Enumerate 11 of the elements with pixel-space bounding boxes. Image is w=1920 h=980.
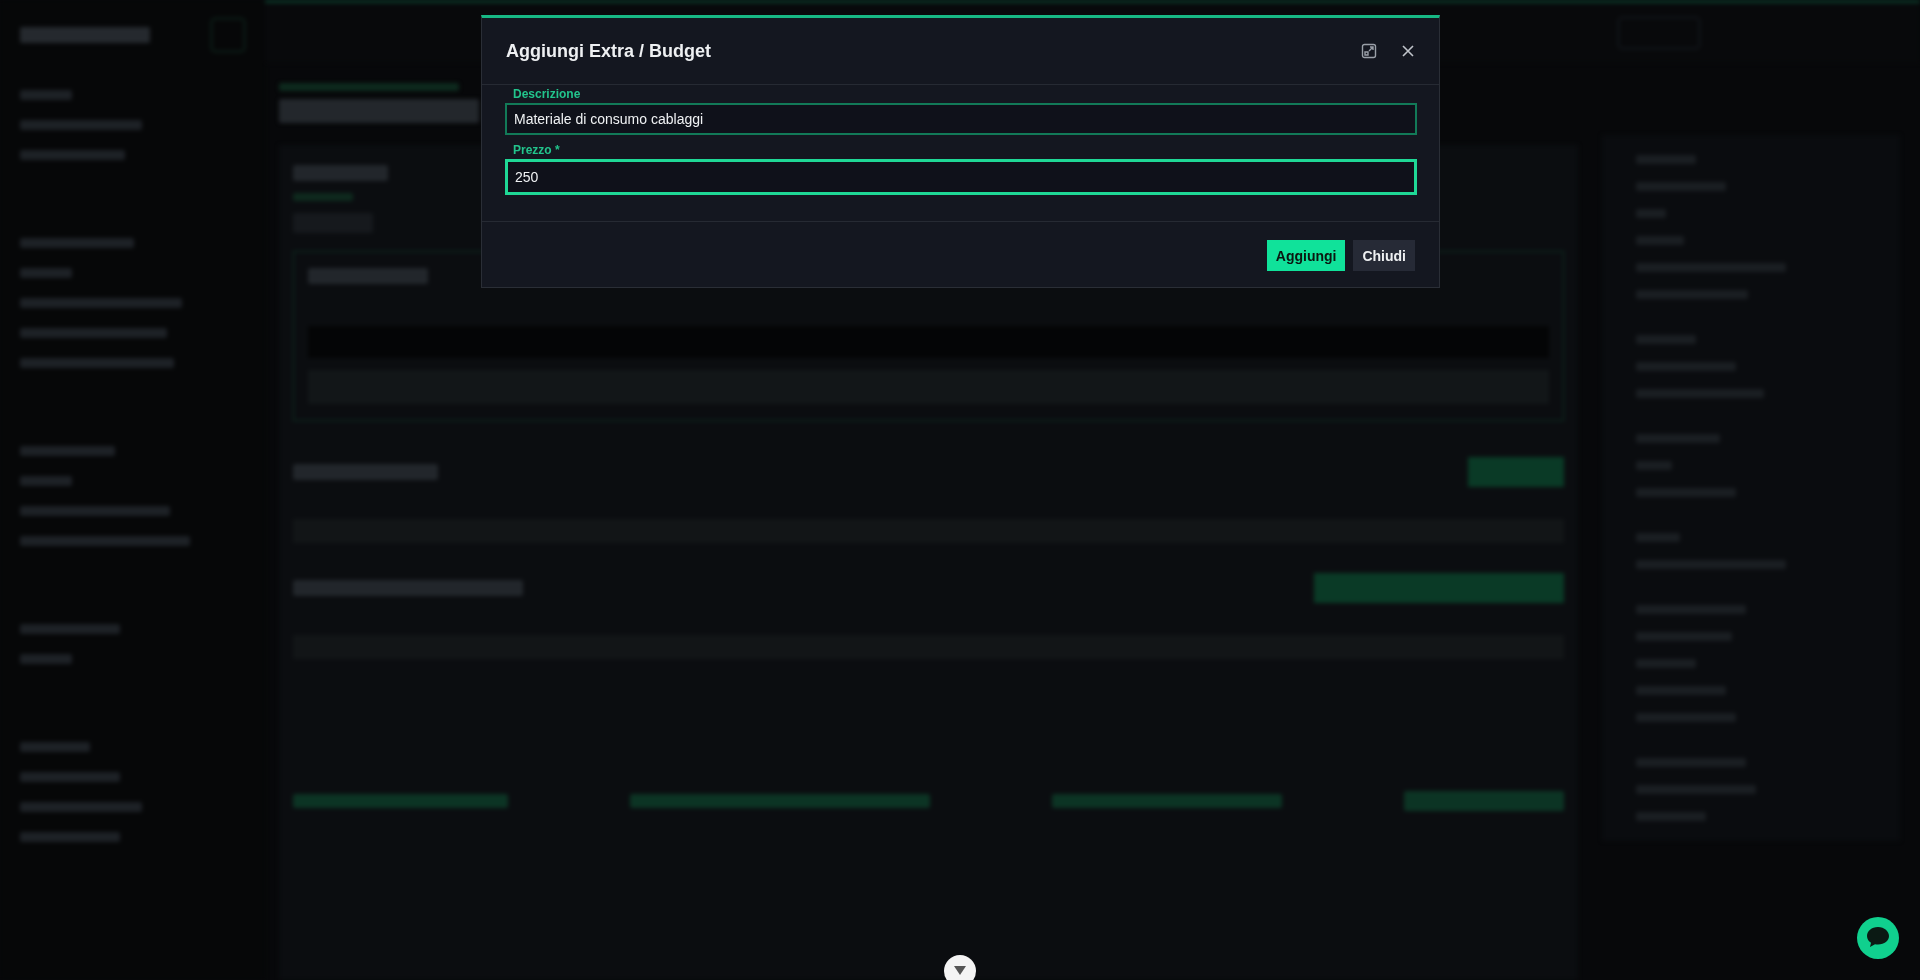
- add-button[interactable]: Aggiungi: [1266, 240, 1346, 271]
- close-icon[interactable]: [1401, 44, 1415, 58]
- field-label: Descrizione: [512, 87, 581, 101]
- caret-down-icon[interactable]: [944, 955, 976, 980]
- expand-icon[interactable]: [1361, 43, 1377, 59]
- field-label: Prezzo *: [512, 143, 560, 157]
- dialog-title: Aggiungi Extra / Budget: [506, 40, 711, 62]
- input-field[interactable]: Materiale di consumo cablaggi: [505, 103, 1417, 135]
- chat-icon[interactable]: [1857, 917, 1899, 959]
- close-button[interactable]: Chiudi: [1353, 240, 1415, 271]
- input-field[interactable]: 250: [505, 159, 1417, 195]
